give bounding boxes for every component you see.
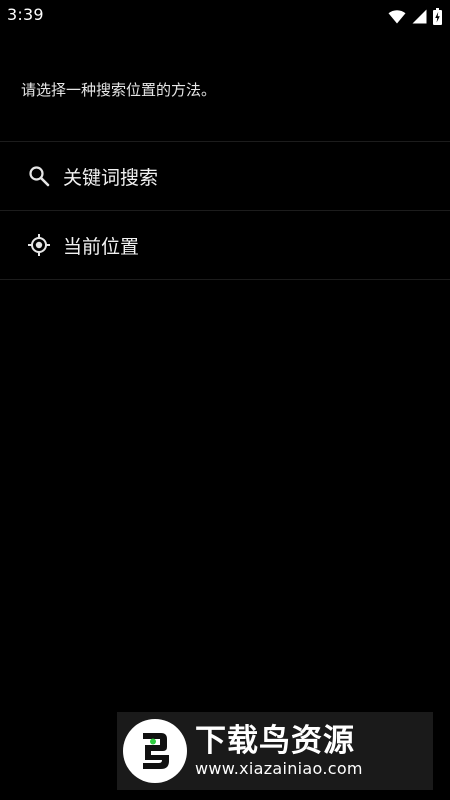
keyword-search-option[interactable]: 关键词搜索 (0, 142, 450, 210)
status-icons (388, 7, 442, 25)
search-icon (27, 164, 51, 188)
divider (0, 279, 450, 280)
watermark-url: www.xiazainiao.com (195, 759, 363, 778)
keyword-search-label: 关键词搜索 (63, 166, 159, 189)
current-location-label: 当前位置 (63, 235, 140, 258)
watermark-banner: 下载鸟资源 www.xiazainiao.com (117, 712, 433, 790)
my-location-icon (27, 233, 51, 257)
search-method-prompt: 请选择一种搜索位置的方法。 (21, 81, 217, 99)
bird-logo-icon (123, 719, 187, 783)
current-location-option[interactable]: 当前位置 (0, 211, 450, 279)
wifi-icon (388, 9, 406, 24)
status-time: 3:39 (7, 5, 44, 24)
watermark-title: 下载鸟资源 (195, 723, 355, 759)
status-bar: 3:39 (0, 0, 450, 32)
watermark-text: 下载鸟资源 www.xiazainiao.com (195, 723, 363, 779)
cellular-signal-icon (412, 9, 427, 24)
battery-charging-icon (433, 7, 442, 25)
